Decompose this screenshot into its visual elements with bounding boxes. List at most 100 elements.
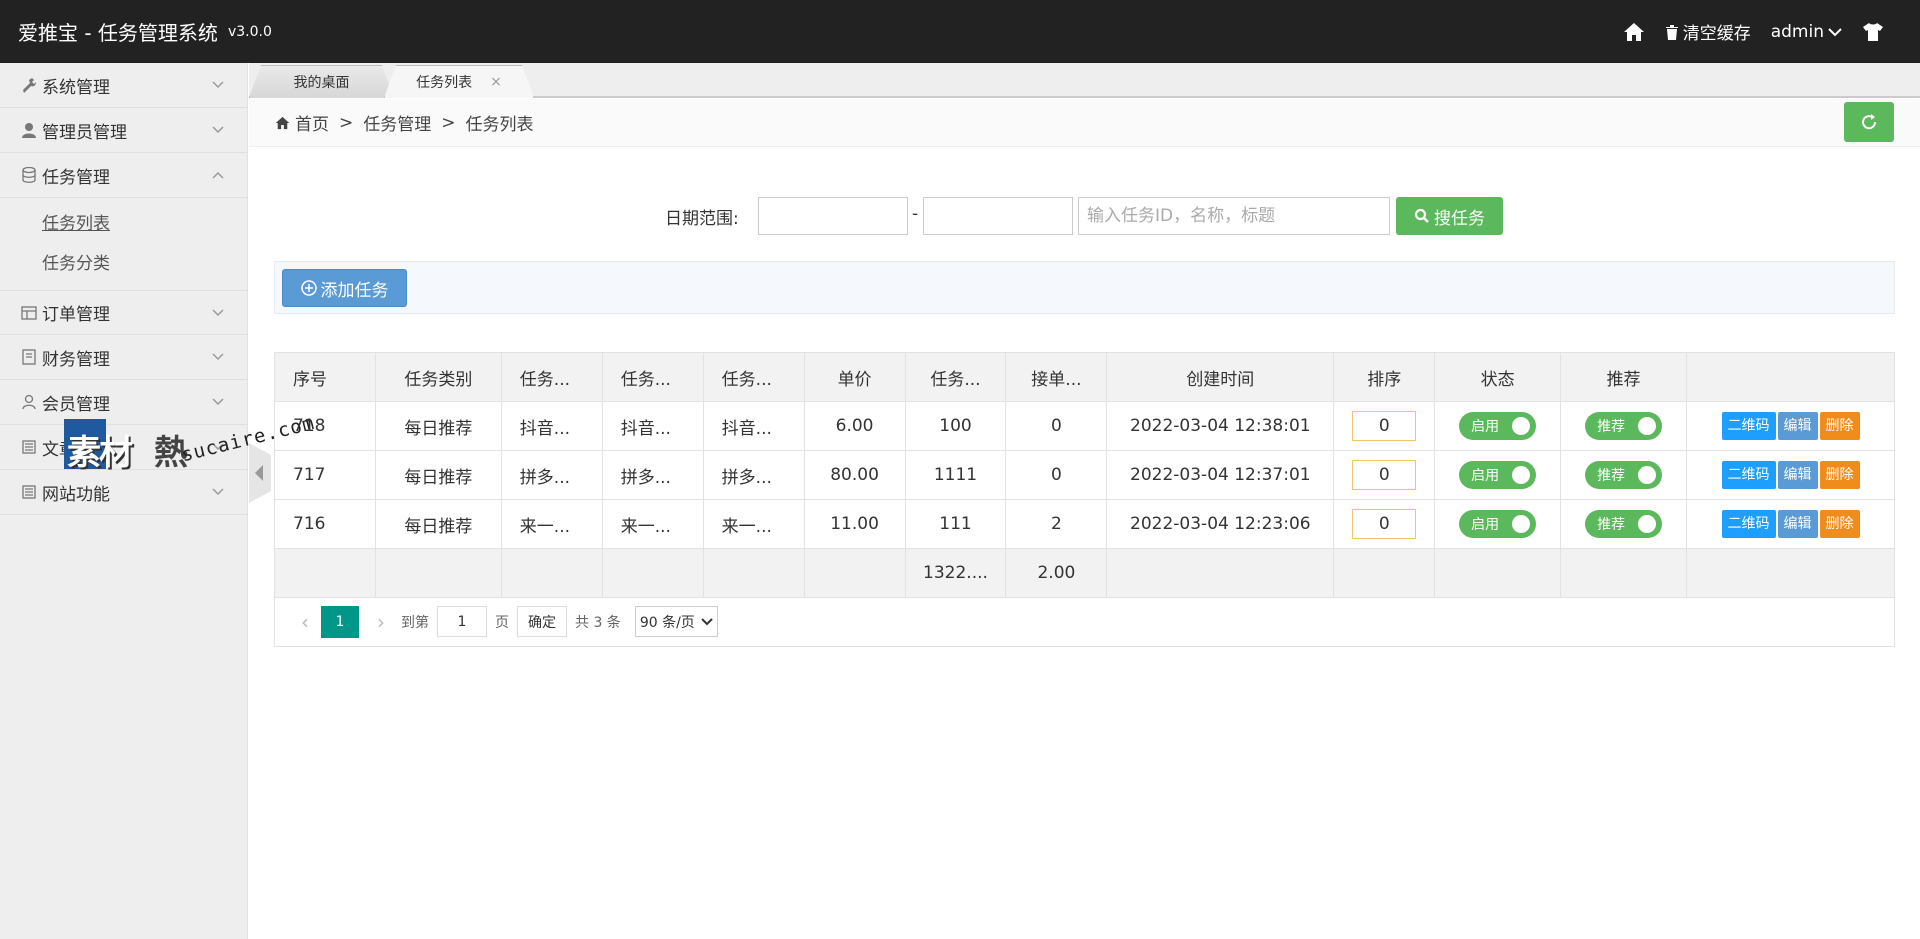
sidebar-item-site-features[interactable]: 网站功能 (0, 470, 247, 515)
refresh-button[interactable] (1844, 102, 1894, 142)
search-icon (1414, 208, 1429, 223)
prev-page-button[interactable]: ‹ (293, 610, 317, 634)
add-task-label: 添加任务 (320, 280, 389, 301)
sidebar-item-articles[interactable]: 文章管理 (0, 425, 247, 470)
sidebar-item-label: 文章管理 (42, 439, 110, 460)
total-cell (1560, 548, 1688, 598)
sidebar-item-finance[interactable]: 财务管理 (0, 335, 247, 380)
search-button[interactable]: 搜任务 (1396, 197, 1503, 235)
cell-category: 每日推荐 (374, 450, 502, 500)
cell-col5: 拼多... (702, 450, 805, 500)
home-button[interactable] (1623, 22, 1645, 42)
current-page[interactable]: 1 (321, 605, 359, 638)
qrcode-button[interactable]: 二维码 (1721, 461, 1776, 489)
cell-sort (1333, 499, 1436, 549)
tab-task-list[interactable]: 任务列表 × (384, 65, 534, 98)
recommend-toggle[interactable]: 推荐 (1585, 412, 1663, 440)
search-form: 日期范围: - 搜任务 (0, 196, 1920, 236)
sidebar-item-label: 财务管理 (42, 349, 110, 370)
delete-button[interactable]: 删除 (1819, 461, 1860, 489)
column-header[interactable]: 排序 (1333, 352, 1436, 402)
sidebar-item-members[interactable]: 会员管理 (0, 380, 247, 425)
column-header[interactable]: 任务类别 (374, 352, 502, 402)
total-cell (803, 548, 906, 598)
date-end-input[interactable] (923, 197, 1073, 235)
toolbar: 添加任务 (274, 261, 1895, 314)
cell-price: 6.00 (803, 401, 906, 451)
cell-col3: 抖音... (500, 401, 603, 451)
task-table: 序号 任务类别 任务... 任务... 任务... 单价 任务... 接单...… (274, 352, 1895, 598)
delete-button[interactable]: 删除 (1819, 510, 1860, 538)
sidebar-item-system[interactable]: 系统管理 (0, 63, 247, 108)
sidebar-collapse-handle[interactable] (249, 443, 271, 503)
sidebar-item-tasks[interactable]: 任务管理 (0, 153, 247, 198)
sidebar: 系统管理 管理员管理 任务管理 任务列表 任务分类 订单管理 财务管理 会员管理… (0, 63, 248, 939)
add-task-button[interactable]: 添加任务 (282, 269, 407, 307)
status-toggle[interactable]: 启用 (1459, 412, 1537, 440)
column-header[interactable]: 任务... (904, 352, 1007, 402)
close-icon[interactable]: × (490, 74, 502, 90)
tab-label: 我的桌面 (293, 75, 350, 91)
app-title: 爱推宝 - 任务管理系统 (18, 21, 218, 45)
edit-button[interactable]: 编辑 (1777, 461, 1818, 489)
sidebar-item-orders[interactable]: 订单管理 (0, 290, 247, 335)
home-icon (1623, 22, 1644, 41)
edit-button[interactable]: 编辑 (1777, 510, 1818, 538)
toggle-knob (1638, 515, 1657, 533)
breadcrumb-level1[interactable]: 任务管理 (363, 110, 431, 135)
user-menu[interactable]: admin (1771, 22, 1842, 42)
column-header[interactable]: 推荐 (1560, 352, 1688, 402)
sort-input[interactable] (1352, 411, 1417, 441)
column-header[interactable]: 单价 (803, 352, 906, 402)
edit-button[interactable]: 编辑 (1777, 412, 1818, 440)
sidebar-item-admins[interactable]: 管理员管理 (0, 108, 247, 153)
wrench-icon (20, 76, 38, 94)
column-header[interactable]: 状态 (1434, 352, 1562, 402)
qrcode-button[interactable]: 二维码 (1721, 510, 1776, 538)
column-header[interactable]: 接单... (1005, 352, 1108, 402)
qrcode-button[interactable]: 二维码 (1721, 412, 1776, 440)
clear-cache-button[interactable]: 清空缓存 (1665, 19, 1751, 44)
page-size-value: 90 条/页 (639, 614, 695, 631)
total-cell (1686, 548, 1895, 598)
column-header[interactable]: 序号 (274, 352, 376, 402)
toggle-knob (1512, 466, 1531, 484)
status-toggle-label: 启用 (1471, 517, 1500, 533)
breadcrumb-home[interactable]: 首页 (295, 110, 329, 135)
cell-taken: 0 (1005, 450, 1108, 500)
tab-desktop[interactable]: 我的桌面 (249, 65, 394, 98)
cell-sort (1333, 450, 1436, 500)
date-start-input[interactable] (758, 197, 908, 235)
sidebar-item-label: 系统管理 (42, 77, 110, 98)
status-toggle[interactable]: 启用 (1459, 510, 1537, 538)
sort-input[interactable] (1352, 509, 1417, 539)
sort-input[interactable] (1352, 460, 1417, 490)
column-header[interactable]: 创建时间 (1106, 352, 1335, 402)
status-toggle[interactable]: 启用 (1459, 461, 1537, 489)
table-icon (20, 304, 38, 322)
column-header[interactable]: 任务... (702, 352, 805, 402)
cell-category: 每日推荐 (374, 499, 502, 549)
sidebar-subitem-task-category[interactable]: 任务分类 (0, 244, 247, 284)
sidebar-item-label: 任务管理 (42, 167, 110, 188)
chevron-down-icon (212, 398, 224, 406)
home-icon (275, 116, 290, 129)
goto-confirm-button[interactable]: 确定 (517, 606, 567, 637)
date-range-label: 日期范围: (665, 209, 739, 229)
delete-button[interactable]: 删除 (1819, 412, 1860, 440)
column-header[interactable]: 任务... (500, 352, 603, 402)
search-input[interactable] (1078, 197, 1390, 235)
page-size-select[interactable]: 90 条/页 (634, 606, 718, 637)
recommend-toggle[interactable]: 推荐 (1585, 510, 1663, 538)
cell-col4: 来一... (601, 499, 704, 549)
recommend-toggle-label: 推荐 (1597, 468, 1626, 484)
column-header[interactable]: 任务... (601, 352, 704, 402)
recommend-toggle[interactable]: 推荐 (1585, 461, 1663, 489)
page-number-input[interactable] (437, 606, 487, 637)
cell-created: 2022-03-04 12:37:01 (1106, 450, 1335, 500)
tab-label: 任务列表 (416, 75, 473, 91)
chevron-left-icon (255, 465, 263, 481)
theme-button[interactable] (1862, 22, 1884, 42)
next-page-button[interactable]: › (369, 610, 393, 634)
book-icon (20, 348, 38, 366)
